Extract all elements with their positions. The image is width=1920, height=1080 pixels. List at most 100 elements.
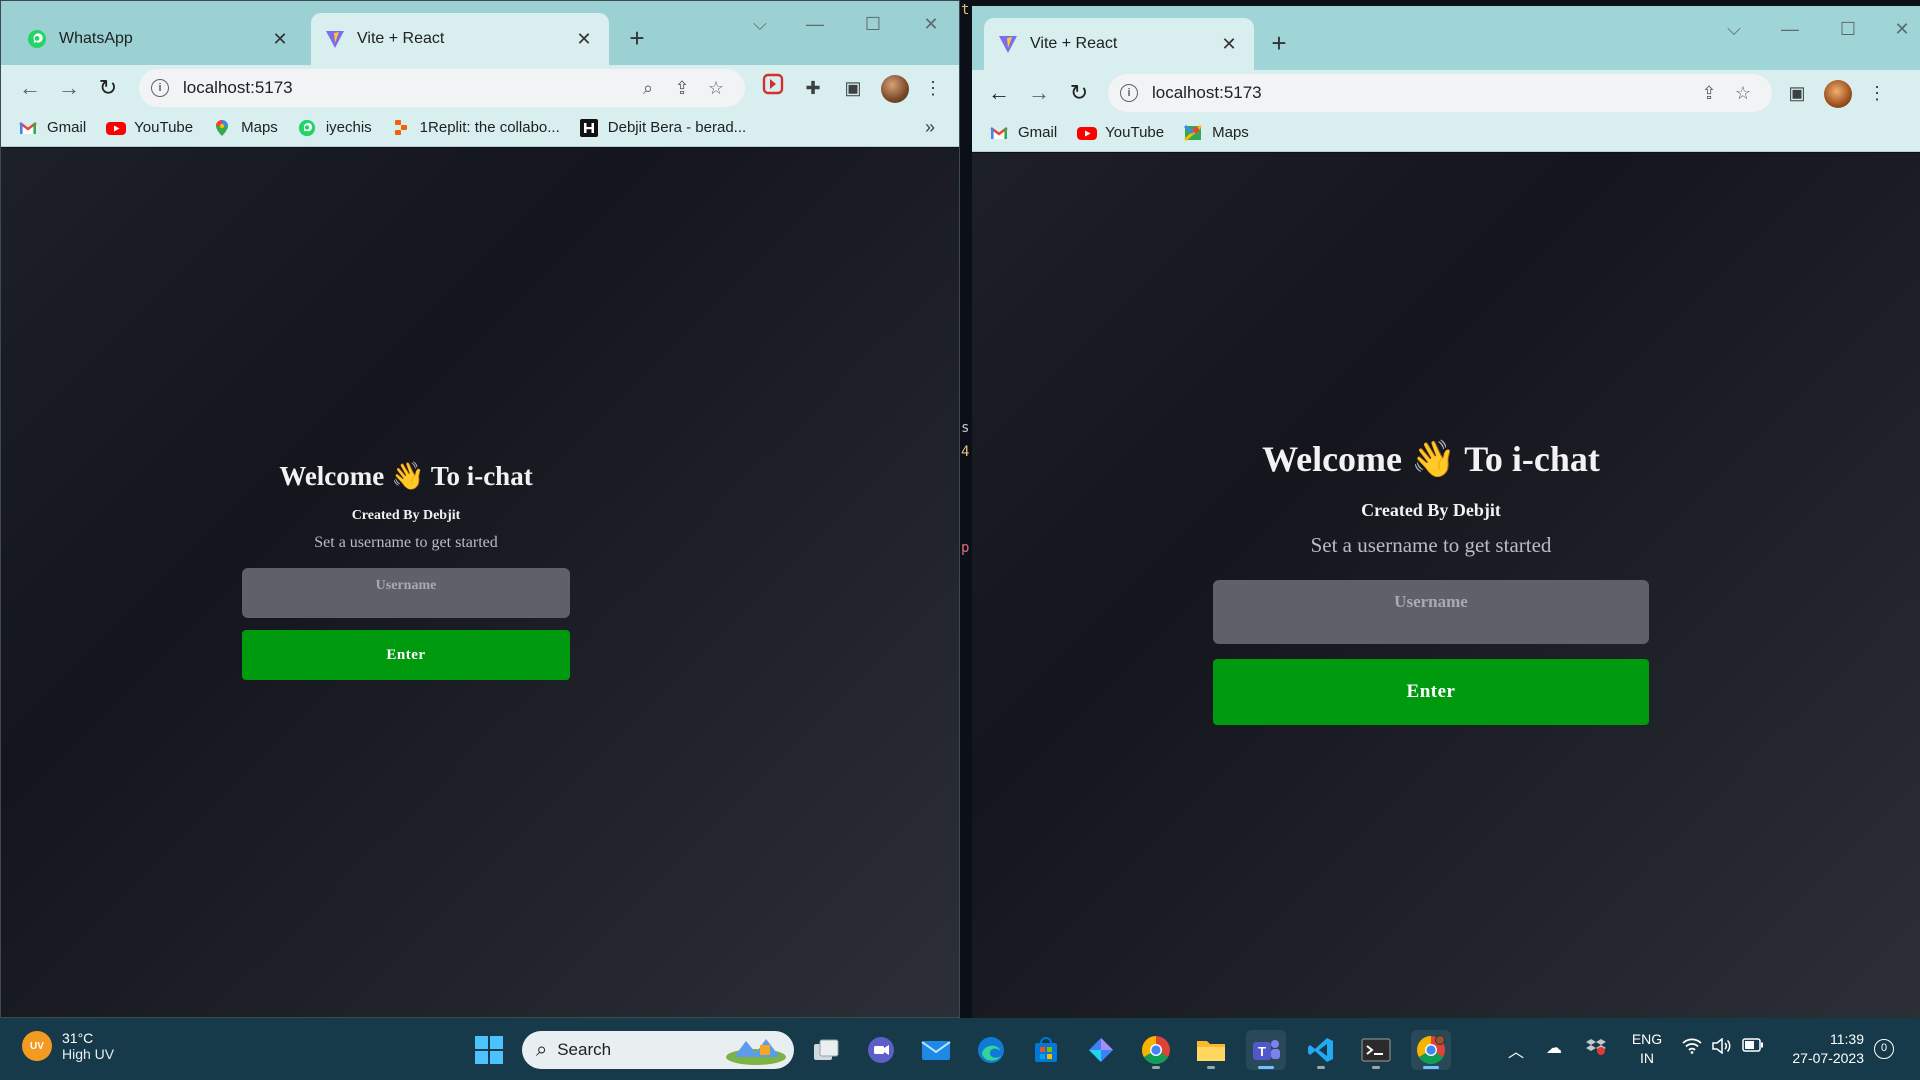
tab-strip: Vite + React ✕ + ⌵ — ☐ ✕ — [972, 6, 1920, 70]
username-input[interactable] — [242, 568, 570, 618]
tab-vite-react[interactable]: Vite + React ✕ — [984, 18, 1254, 70]
forward-button[interactable]: → — [52, 71, 86, 105]
tab-whatsapp[interactable]: WhatsApp ✕ — [13, 13, 305, 65]
side-panel-icon[interactable]: ▣ — [1782, 78, 1812, 108]
minimize-button[interactable]: — — [795, 9, 835, 39]
bookmark-iyechis[interactable]: iyechis — [298, 119, 372, 137]
bookmark-maps[interactable]: Maps — [213, 119, 278, 137]
maximize-button[interactable]: ☐ — [1828, 14, 1868, 44]
start-button[interactable] — [469, 1030, 509, 1070]
site-info-icon[interactable]: i — [1120, 84, 1138, 102]
menu-kebab-icon[interactable]: ⋮ — [1862, 78, 1892, 108]
dropbox-icon[interactable] — [1586, 1038, 1606, 1061]
address-bar[interactable]: i localhost:5173 ⌕ ⇪ ☆ — [139, 69, 745, 107]
bookmark-star-icon[interactable]: ☆ — [699, 78, 733, 99]
zoom-icon[interactable]: ⌕ — [631, 78, 665, 99]
chrome-profile-icon[interactable] — [1411, 1030, 1451, 1070]
bookmark-replit[interactable]: 1Replit: the collabo... — [392, 119, 560, 137]
new-tab-button[interactable]: + — [620, 21, 654, 55]
profile-avatar[interactable] — [881, 75, 909, 103]
language-indicator[interactable]: ENG IN — [1628, 1030, 1666, 1068]
back-button[interactable]: ← — [13, 71, 47, 105]
mail-icon[interactable] — [916, 1030, 956, 1070]
menu-kebab-icon[interactable]: ⋮ — [918, 73, 948, 103]
uv-sun-icon: UV — [22, 1031, 52, 1061]
back-button[interactable]: ← — [982, 76, 1016, 110]
running-indicator — [1258, 1066, 1274, 1069]
bookmarks-overflow-button[interactable]: » — [925, 117, 935, 138]
onedrive-icon[interactable]: ☁ — [1546, 1038, 1562, 1058]
teams-meet-icon[interactable] — [861, 1030, 901, 1070]
chrome-icon[interactable] — [1136, 1030, 1176, 1070]
bookmark-maps[interactable]: Maps — [1184, 124, 1249, 142]
username-input[interactable] — [1213, 580, 1649, 644]
close-tab-icon[interactable]: ✕ — [1218, 34, 1240, 55]
share-icon[interactable]: ⇪ — [1692, 83, 1726, 104]
bookmark-youtube[interactable]: YouTube — [1077, 124, 1164, 142]
notification-center-badge[interactable]: 0 — [1874, 1039, 1894, 1059]
system-clock[interactable]: 11:39 27-07-2023 — [1778, 1030, 1864, 1068]
reload-button[interactable]: ↻ — [1062, 76, 1096, 110]
edge-browser-icon[interactable] — [971, 1030, 1011, 1070]
close-tab-icon[interactable]: ✕ — [573, 29, 595, 50]
created-by-text: Created By Debjit — [351, 508, 461, 523]
tab-search-icon[interactable]: ⌵ — [1714, 14, 1754, 44]
tab-vite-react[interactable]: Vite + React ✕ — [311, 13, 609, 65]
teams-icon[interactable]: T — [1246, 1030, 1286, 1070]
bookmark-label: Debjit Bera - berad... — [607, 119, 747, 136]
maximize-button[interactable]: ☐ — [853, 9, 893, 39]
profile-avatar[interactable] — [1824, 80, 1852, 108]
minimize-button[interactable]: — — [1770, 14, 1810, 44]
site-info-icon[interactable]: i — [151, 79, 169, 97]
hashnode-icon — [579, 118, 598, 137]
extension-red-icon[interactable] — [758, 73, 788, 103]
forward-button[interactable]: → — [1022, 76, 1056, 110]
replit-icon — [392, 119, 410, 137]
bookmarks-bar: Gmail YouTube Maps iyechis 1Replit: the … — [1, 109, 959, 147]
running-indicator — [1423, 1066, 1439, 1069]
battery-icon[interactable] — [1742, 1038, 1764, 1057]
enter-button[interactable]: Enter — [242, 630, 570, 680]
whatsapp-icon — [27, 29, 47, 49]
page-content: Welcome 👋 To i-chat Created By Debjit Se… — [972, 153, 1920, 1024]
close-window-button[interactable]: ✕ — [1882, 14, 1920, 44]
taskbar-search[interactable]: ⌕ Search — [522, 1031, 794, 1069]
bookmark-gmail[interactable]: Gmail — [19, 119, 86, 137]
bookmarks-bar: Gmail YouTube Maps — [972, 114, 1920, 152]
close-tab-icon[interactable]: ✕ — [269, 29, 291, 50]
gmail-icon — [990, 124, 1008, 142]
heading-text: To i-chat — [1464, 439, 1600, 479]
terminal-icon[interactable] — [1356, 1030, 1396, 1070]
running-indicator — [1317, 1066, 1325, 1069]
address-bar[interactable]: i localhost:5173 ⇪ ☆ — [1108, 74, 1772, 112]
bookmark-star-icon[interactable]: ☆ — [1726, 83, 1760, 104]
side-panel-icon[interactable]: ▣ — [838, 73, 868, 103]
share-icon[interactable]: ⇪ — [665, 78, 699, 99]
tab-search-icon[interactable]: ⌵ — [740, 9, 780, 39]
show-hidden-icons-chevron-icon[interactable]: ︿ — [1508, 1038, 1524, 1062]
copilot-icon[interactable] — [1081, 1030, 1121, 1070]
browser-toolbar: ← → ↻ i localhost:5173 ⌕ ⇪ ☆ ✚ ▣ ⋮ — [1, 65, 959, 109]
microsoft-store-icon[interactable] — [1026, 1030, 1066, 1070]
vscode-icon[interactable] — [1301, 1030, 1341, 1070]
weather-widget[interactable]: UV 31°C High UV — [22, 1030, 114, 1062]
bookmark-label: Maps — [241, 119, 278, 136]
new-tab-button[interactable]: + — [1262, 26, 1296, 60]
tab-label: WhatsApp — [59, 30, 133, 47]
enter-button[interactable]: Enter — [1213, 659, 1649, 725]
volume-icon[interactable] — [1712, 1037, 1732, 1059]
taskbar: UV 31°C High UV ⌕ Search T ︿ ☁ ENG IN 11… — [0, 1018, 1920, 1080]
bookmark-youtube[interactable]: YouTube — [106, 119, 193, 137]
extensions-puzzle-icon[interactable]: ✚ — [798, 73, 828, 103]
bookmark-hashnode[interactable]: Debjit Bera - berad... — [579, 118, 747, 137]
heading-text: Welcome — [279, 461, 385, 491]
maps-icon — [1184, 124, 1203, 142]
url-text: localhost:5173 — [1152, 83, 1262, 102]
reload-button[interactable]: ↻ — [91, 71, 125, 105]
whatsapp-icon — [298, 119, 316, 137]
close-window-button[interactable]: ✕ — [911, 9, 951, 39]
file-explorer-icon[interactable] — [1191, 1030, 1231, 1070]
task-view-icon[interactable] — [806, 1030, 846, 1070]
wifi-icon[interactable] — [1682, 1038, 1702, 1059]
bookmark-gmail[interactable]: Gmail — [990, 124, 1057, 142]
